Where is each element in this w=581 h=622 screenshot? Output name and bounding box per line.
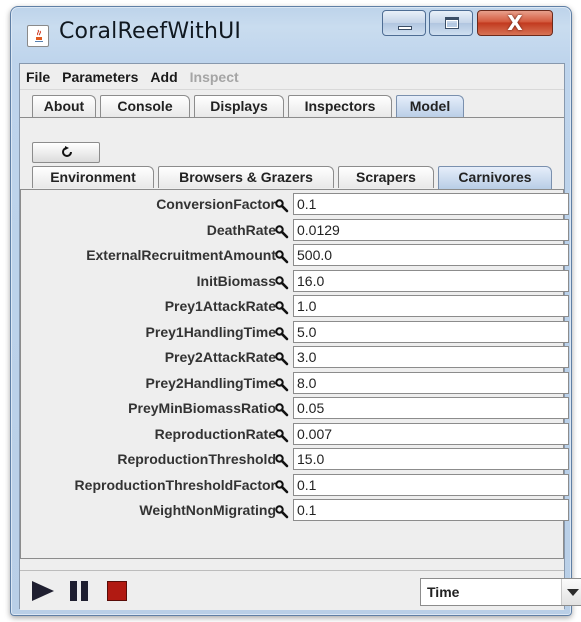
close-button[interactable]: X bbox=[477, 10, 553, 36]
window-title: CoralReefWithUI bbox=[59, 19, 242, 44]
magnifier-icon[interactable] bbox=[275, 479, 289, 493]
property-label: ReproductionThresholdFactor bbox=[74, 476, 276, 493]
minimize-icon bbox=[398, 26, 412, 30]
time-select[interactable]: Time bbox=[420, 578, 581, 606]
tab-environment[interactable]: Environment bbox=[32, 166, 154, 188]
property-label: Prey2AttackRate bbox=[164, 349, 276, 365]
property-row: WeightNonMigrating 0.1 bbox=[21, 499, 569, 523]
magnifier-icon[interactable] bbox=[275, 275, 289, 289]
property-row: ExternalRecruitmentAmount 500.0 bbox=[21, 244, 569, 268]
title-bar[interactable]: CoralReefWithUI X bbox=[11, 7, 571, 63]
property-value-field[interactable]: 1.0 bbox=[293, 295, 569, 317]
property-row: ReproductionRate 0.007 bbox=[21, 422, 569, 447]
property-row: PreyMinBiomassRatio 0.05 bbox=[21, 397, 569, 421]
property-value-field[interactable]: 0.1 bbox=[293, 193, 569, 215]
magnifier-icon[interactable] bbox=[275, 300, 289, 315]
property-label: ConversionFactor bbox=[156, 196, 276, 212]
app-window: CoralReefWithUI X File Parameters Add In… bbox=[10, 6, 581, 616]
tab-displays[interactable]: Displays bbox=[194, 95, 284, 117]
property-row: Prey1AttackRate 1.0 bbox=[21, 295, 569, 319]
property-value-field[interactable]: 0.0129 bbox=[293, 218, 569, 241]
property-label: Prey2HandlingTime bbox=[145, 374, 276, 391]
menu-parameters[interactable]: Parameters bbox=[62, 69, 138, 85]
refresh-icon bbox=[62, 146, 72, 157]
tab-console[interactable]: Console bbox=[100, 95, 190, 117]
property-label: PreyMinBiomassRatio bbox=[128, 400, 276, 416]
magnifier-icon[interactable] bbox=[275, 402, 289, 417]
maximize-button[interactable] bbox=[429, 10, 473, 36]
property-label: Prey1AttackRate bbox=[164, 298, 276, 314]
property-label: ReproductionRate bbox=[154, 425, 276, 442]
menu-inspect: Inspect bbox=[189, 68, 239, 85]
java-cup-icon bbox=[27, 25, 49, 47]
property-label: Prey1HandlingTime bbox=[145, 323, 276, 340]
property-row: Prey1HandlingTime 5.0 bbox=[21, 320, 569, 345]
menu-add[interactable]: Add bbox=[150, 69, 177, 85]
property-value-field[interactable]: 0.05 bbox=[293, 397, 569, 419]
property-value-field[interactable]: 3.0 bbox=[293, 346, 569, 368]
property-value-field[interactable]: 0.007 bbox=[293, 422, 569, 445]
tab-inspectors[interactable]: Inspectors bbox=[288, 95, 392, 117]
property-value-field[interactable]: 5.0 bbox=[293, 320, 569, 343]
chevron-down-icon[interactable] bbox=[561, 579, 581, 605]
close-icon: X bbox=[507, 11, 523, 35]
magnifier-icon[interactable] bbox=[275, 326, 289, 340]
magnifier-icon[interactable] bbox=[275, 504, 289, 519]
main-tab-bar: About Console Displays Inspectors Model bbox=[20, 95, 564, 118]
tab-about[interactable]: About bbox=[32, 95, 96, 117]
property-row: DeathRate 0.0129 bbox=[21, 218, 569, 243]
magnifier-icon[interactable] bbox=[275, 198, 289, 213]
sub-tab-bar: Environment Browsers & Grazers Scrapers … bbox=[20, 166, 564, 189]
properties-panel: ConversionFactor 0.1 DeathRate 0.0129 Extern… bbox=[20, 189, 569, 559]
magnifier-icon[interactable] bbox=[275, 224, 289, 238]
magnifier-icon[interactable] bbox=[275, 428, 289, 442]
tab-browsers-grazers[interactable]: Browsers & Grazers bbox=[158, 166, 334, 188]
property-label: ExternalRecruitmentAmount bbox=[86, 247, 276, 263]
magnifier-icon[interactable] bbox=[275, 351, 289, 366]
property-value-field[interactable]: 500.0 bbox=[293, 244, 569, 266]
control-bar: Time bbox=[20, 570, 581, 610]
property-label: ReproductionThreshold bbox=[117, 451, 276, 467]
tab-scrapers[interactable]: Scrapers bbox=[338, 166, 434, 188]
property-label: InitBiomass bbox=[196, 272, 276, 289]
menu-bar: File Parameters Add Inspect bbox=[20, 64, 564, 90]
main-tab-divider bbox=[20, 117, 564, 118]
property-value-field[interactable]: 15.0 bbox=[293, 448, 569, 470]
property-row: ReproductionThreshold 15.0 bbox=[21, 448, 569, 472]
property-value-field[interactable]: 16.0 bbox=[293, 269, 569, 292]
property-value-field[interactable]: 0.1 bbox=[293, 499, 569, 521]
magnifier-icon[interactable] bbox=[275, 249, 289, 264]
property-row: InitBiomass 16.0 bbox=[21, 269, 569, 294]
magnifier-icon[interactable] bbox=[275, 377, 289, 391]
property-row: Prey2HandlingTime 8.0 bbox=[21, 371, 569, 396]
maximize-icon bbox=[445, 17, 459, 29]
client-area: File Parameters Add Inspect About Consol… bbox=[19, 63, 581, 610]
menu-file[interactable]: File bbox=[26, 69, 50, 85]
property-row: ConversionFactor 0.1 bbox=[21, 193, 569, 217]
pause-icon[interactable] bbox=[68, 581, 90, 601]
property-row: Prey2AttackRate 3.0 bbox=[21, 346, 569, 370]
stop-icon[interactable] bbox=[107, 581, 127, 601]
time-select-value: Time bbox=[427, 584, 460, 600]
tab-carnivores[interactable]: Carnivores bbox=[438, 166, 552, 189]
minimize-button[interactable] bbox=[382, 10, 426, 36]
property-value-field[interactable]: 0.1 bbox=[293, 473, 569, 496]
refresh-button[interactable] bbox=[32, 142, 100, 163]
property-label: WeightNonMigrating bbox=[139, 502, 276, 518]
property-label: DeathRate bbox=[206, 221, 276, 238]
magnifier-icon[interactable] bbox=[275, 453, 289, 468]
property-row: ReproductionThresholdFactor 0.1 bbox=[21, 473, 569, 498]
property-value-field[interactable]: 8.0 bbox=[293, 371, 569, 394]
play-icon[interactable] bbox=[32, 581, 54, 601]
tab-model[interactable]: Model bbox=[396, 95, 464, 118]
